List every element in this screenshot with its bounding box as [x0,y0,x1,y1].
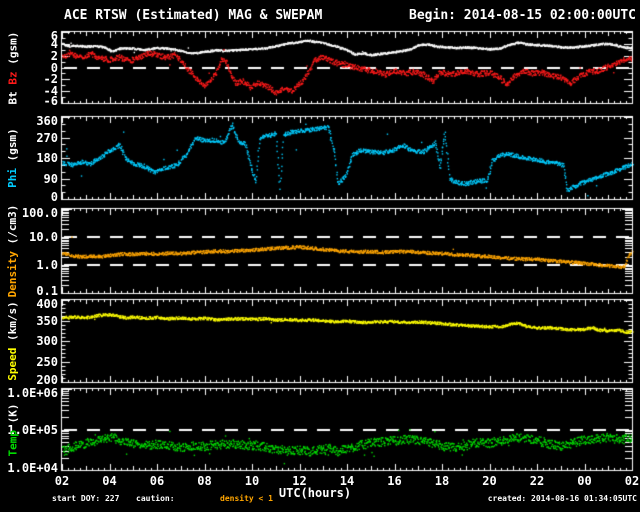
x-tick-label: 20 [482,474,497,488]
axis-label-part: (gsm) [6,128,19,168]
x-tick-label: 14 [339,474,355,488]
x-tick-label: 06 [149,474,165,488]
start-doy-label: start DOY: 227 [52,494,120,503]
x-tick-label: 08 [197,474,212,488]
x-tick-label: 00 [577,474,592,488]
axis-label-part: (km/s) [6,301,19,348]
x-tick-label: 04 [102,474,117,488]
axis-label-part: Speed [6,347,19,381]
x-tick-label: 10 [244,474,260,488]
x-tick-label: 12 [292,474,307,488]
x-tick-label: 18 [434,474,450,488]
begin-timestamp: Begin: 2014-08-15 02:00:00UTC [409,8,636,23]
plot-canvas [0,0,640,512]
axis-label-part: Bt [6,84,19,104]
axis-label-part: (K) [6,403,19,430]
x-tick-label: 16 [387,474,402,488]
plot-window: ACE RTSW (Estimated) MAG & SWEPAM Begin:… [0,0,640,512]
axis-label-part: (/cm3) [6,204,19,251]
axis-label-part: (gsm) [6,31,19,71]
x-tick-label: 22 [529,474,545,488]
panel-axis-label-phi: Phi (gsm) [6,105,20,211]
x-tick-label: 02 [624,474,640,488]
axis-label-part: Temp [6,429,19,457]
panel-axis-label-temp: Temp (K) [6,377,20,482]
panel-axis-label-mag: Bt Bz (gsm) [6,20,20,115]
axis-label-part: Phi [6,167,19,188]
created-timestamp: created: 2014-08-16 01:34:05UTC [487,494,637,503]
axis-label-part: Bz [6,70,19,85]
x-tick-label: 02 [54,474,70,488]
page-title: ACE RTSW (Estimated) MAG & SWEPAM [64,8,323,23]
caution-label: caution: [136,494,175,503]
caution-value: density < 1 [220,494,273,503]
